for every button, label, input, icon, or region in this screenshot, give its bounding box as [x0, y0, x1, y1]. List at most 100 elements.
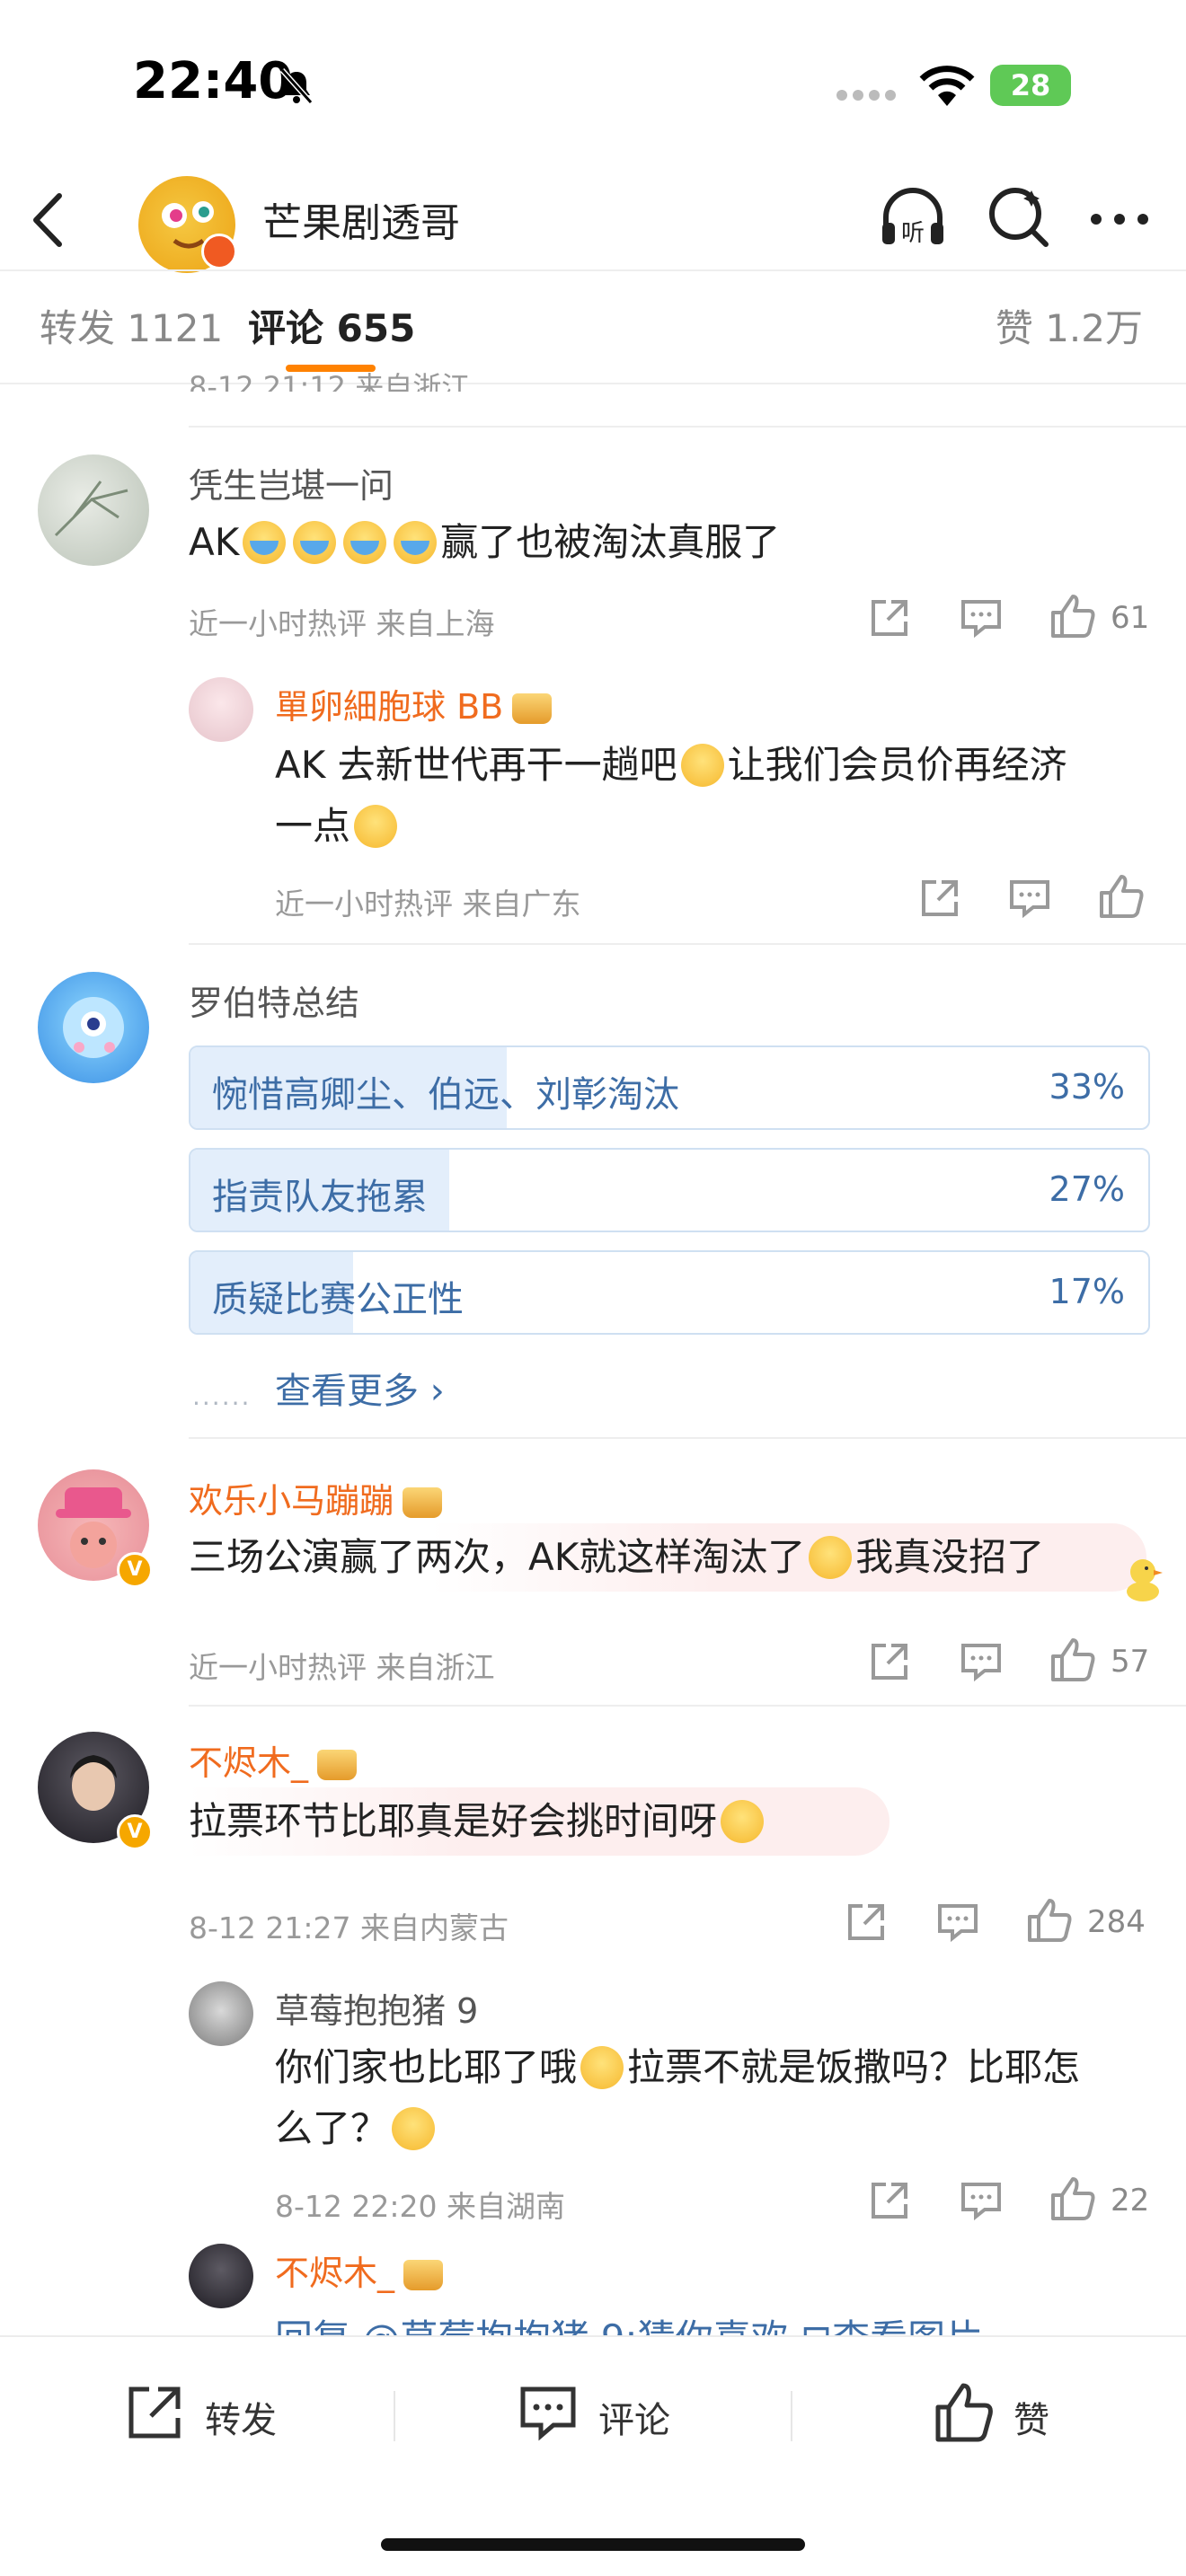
replier-avatar[interactable] — [189, 2244, 253, 2308]
poll-option-label: 质疑比赛公正性 — [212, 1279, 464, 1320]
commenter-avatar[interactable] — [38, 972, 149, 1083]
divider — [189, 1437, 1186, 1439]
comment-text-prefix: AK — [189, 520, 240, 564]
commenter-name-text: 欢乐小马蹦蹦 — [189, 1481, 394, 1521]
reply-text-part-c: 一点 — [275, 804, 351, 848]
like-count: 22 — [1111, 2183, 1150, 2219]
tab-likes[interactable]: 赞 1.2万 — [996, 298, 1143, 353]
poll-option-label: 指责队友拖累 — [212, 1177, 428, 1218]
repost-label: 转发 — [205, 2400, 277, 2441]
comment-text-part-a: 三场公演赢了两次，AK就这样淘汰了 — [189, 1535, 806, 1579]
robot-mascot-icon — [63, 997, 124, 1058]
replier-name-text: 不烬木_ — [275, 2254, 395, 2293]
pleading-emoji-icon — [680, 744, 724, 787]
vip-crown-icon — [317, 1750, 358, 1780]
reply-meta: 8-12 22:20 来自湖南 — [275, 2189, 565, 2224]
hug-emoji-icon — [721, 1800, 765, 1843]
comment-button[interactable]: 评论 — [518, 2382, 751, 2445]
more-dots-icon[interactable] — [1084, 181, 1155, 253]
like-count: 284 — [1087, 1904, 1146, 1940]
verified-badge-icon: V — [117, 1552, 153, 1588]
comment-bubble-icon[interactable] — [936, 1901, 979, 1944]
replier-name[interactable]: 草莓抱抱猪 9 — [275, 1983, 478, 2033]
replier-name-text: 單卵細胞球 BB — [275, 687, 504, 727]
poll-option[interactable]: 指责队友拖累 27% — [189, 1148, 1150, 1232]
wifi-icon — [919, 66, 975, 106]
yellow-duck-sticker-icon — [1127, 1559, 1163, 1601]
thumbs-up-icon[interactable] — [1049, 593, 1096, 640]
vip-crown-icon — [512, 693, 553, 724]
back-arrow-icon[interactable] — [27, 189, 72, 251]
reply-text-part-b: 让我们会员价再经济 — [727, 743, 1067, 787]
reply-text: 你们家也比耶了哦 拉票不就是饭撒吗？比耶怎 么了？ — [275, 2037, 1137, 2159]
repost-button[interactable]: 转发 — [124, 2382, 358, 2445]
grin-emoji-icon — [580, 2046, 624, 2089]
view-more-link[interactable]: 查看更多 › — [275, 1362, 445, 1414]
share-icon[interactable] — [868, 1640, 911, 1683]
pleading-emoji-icon — [354, 805, 398, 848]
battery-indicator: 28 — [990, 65, 1071, 106]
cut-off-meta: 8-12 21:12 来自浙江 — [189, 370, 471, 392]
share-icon[interactable] — [868, 2179, 911, 2222]
verified-badge-icon — [201, 234, 237, 269]
commenter-name[interactable]: 罗伯特总结 — [189, 975, 359, 1025]
replier-name[interactable]: 不烬木_ — [275, 2245, 444, 2295]
share-icon[interactable] — [845, 1901, 888, 1944]
commenter-name[interactable]: 欢乐小马蹦蹦 — [189, 1473, 443, 1522]
divider — [189, 426, 1186, 428]
commenter-name[interactable]: 不烬木_ — [189, 1735, 358, 1785]
tab-comments[interactable]: 评论 655 — [248, 298, 415, 353]
tree-branches-icon — [54, 481, 128, 537]
like-count: 57 — [1111, 1644, 1150, 1680]
comment-text: 拉票环节比耶真是好会挑时间呀 — [189, 1791, 767, 1852]
comment-bubble-icon[interactable] — [960, 596, 1003, 640]
commenter-name[interactable]: 凭生岂堪一问 — [189, 458, 394, 507]
reply-text-clip: 回复 @草莓抱抱猪 9:猜你喜欢 ⊡查看图片 — [275, 2308, 1137, 2335]
cellular-signal-icon — [836, 90, 896, 101]
author-name[interactable]: 芒果剧透哥 — [262, 190, 460, 248]
vip-crown-icon — [403, 2260, 444, 2290]
bottom-action-bar: 转发 评论 赞 — [0, 2335, 1186, 2576]
comment-bubble-icon[interactable] — [960, 2179, 1003, 2222]
share-icon[interactable] — [868, 596, 911, 640]
like-count: 61 — [1111, 600, 1150, 636]
commenter-avatar[interactable] — [38, 454, 149, 566]
replier-avatar[interactable] — [189, 677, 253, 742]
comment-text-suffix: 赢了也被淘汰真服了 — [440, 520, 781, 564]
bell-off-icon — [279, 68, 314, 104]
reply-text-part-a: 你们家也比耶了哦 — [275, 2045, 578, 2089]
crying-emoji-icon — [394, 521, 438, 564]
crying-emoji-icon — [293, 521, 337, 564]
status-bar: 22:40 28 — [0, 0, 1186, 171]
weibo-comments-screen: 22:40 28 芒果剧透哥 听 转发 1121 评论 655 赞 1.2万 8… — [0, 0, 1186, 2576]
tab-repost[interactable]: 转发 1121 — [40, 298, 223, 353]
repost-icon — [128, 2386, 181, 2439]
poll-option[interactable]: 质疑比赛公正性 17% — [189, 1250, 1150, 1335]
comment-text: AK 赢了也被淘汰真服了 — [189, 512, 780, 573]
nav-header: 芒果剧透哥 听 — [0, 171, 1186, 273]
listen-headphones-icon[interactable]: 听 — [877, 181, 949, 253]
comment-bubble-icon[interactable] — [960, 1640, 1003, 1683]
thumbs-up-icon[interactable] — [1049, 2175, 1096, 2222]
like-button[interactable]: 赞 — [933, 2382, 1112, 2445]
poll-dots: ...... — [192, 1381, 252, 1411]
replier-name[interactable]: 單卵細胞球 BB — [275, 679, 553, 728]
thumbs-up-icon[interactable] — [1098, 873, 1145, 920]
thumbs-up-icon[interactable] — [1049, 1636, 1096, 1683]
verified-badge-icon: V — [117, 1814, 153, 1850]
author-avatar[interactable] — [138, 176, 237, 273]
salute-emoji-icon — [392, 2107, 436, 2150]
comment-meta: 8-12 21:27 来自内蒙古 — [189, 1910, 509, 1945]
search-icon[interactable] — [983, 181, 1055, 253]
poll-option-label: 惋惜高卿尘、伯远、刘彰淘汰 — [212, 1074, 679, 1116]
separator — [791, 2391, 792, 2441]
replier-avatar[interactable] — [189, 1981, 253, 2046]
thumbs-up-icon[interactable] — [1026, 1897, 1073, 1944]
separator — [394, 2391, 395, 2441]
comment-text: 三场公演赢了两次，AK就这样淘汰了 我真没招了 — [189, 1527, 1044, 1588]
crying-emoji-icon — [243, 521, 287, 564]
comment-bubble-icon[interactable] — [1008, 877, 1051, 920]
share-icon[interactable] — [918, 877, 961, 920]
poll-option[interactable]: 惋惜高卿尘、伯远、刘彰淘汰 33% — [189, 1045, 1150, 1130]
comment-meta: 近一小时热评 来自浙江 — [189, 1650, 495, 1685]
